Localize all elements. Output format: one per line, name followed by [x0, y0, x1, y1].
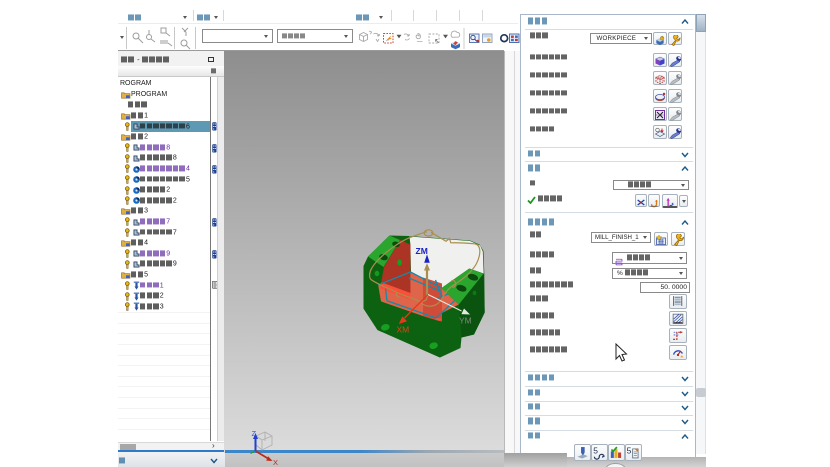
svg-text:X: X — [273, 458, 278, 467]
svg-text:5: 5 — [593, 446, 598, 456]
svg-text:Z: Z — [252, 429, 257, 438]
svg-text:XM: XM — [397, 325, 410, 335]
svg-text:YM: YM — [459, 316, 472, 326]
svg-text:ZM: ZM — [416, 246, 428, 256]
svg-text:5: 5 — [627, 446, 632, 456]
